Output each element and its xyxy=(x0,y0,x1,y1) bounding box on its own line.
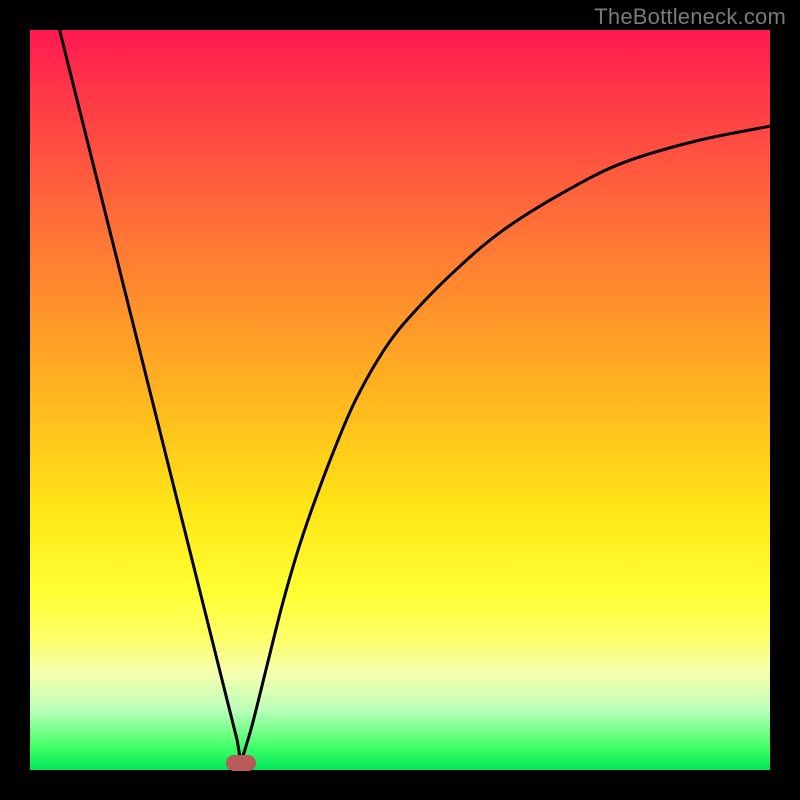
optimum-marker xyxy=(226,755,256,771)
outer-frame: TheBottleneck.com xyxy=(0,0,800,800)
bottleneck-curve xyxy=(30,30,770,770)
plot-area xyxy=(30,30,770,770)
curve-path xyxy=(60,30,770,763)
watermark-text: TheBottleneck.com xyxy=(594,4,786,30)
